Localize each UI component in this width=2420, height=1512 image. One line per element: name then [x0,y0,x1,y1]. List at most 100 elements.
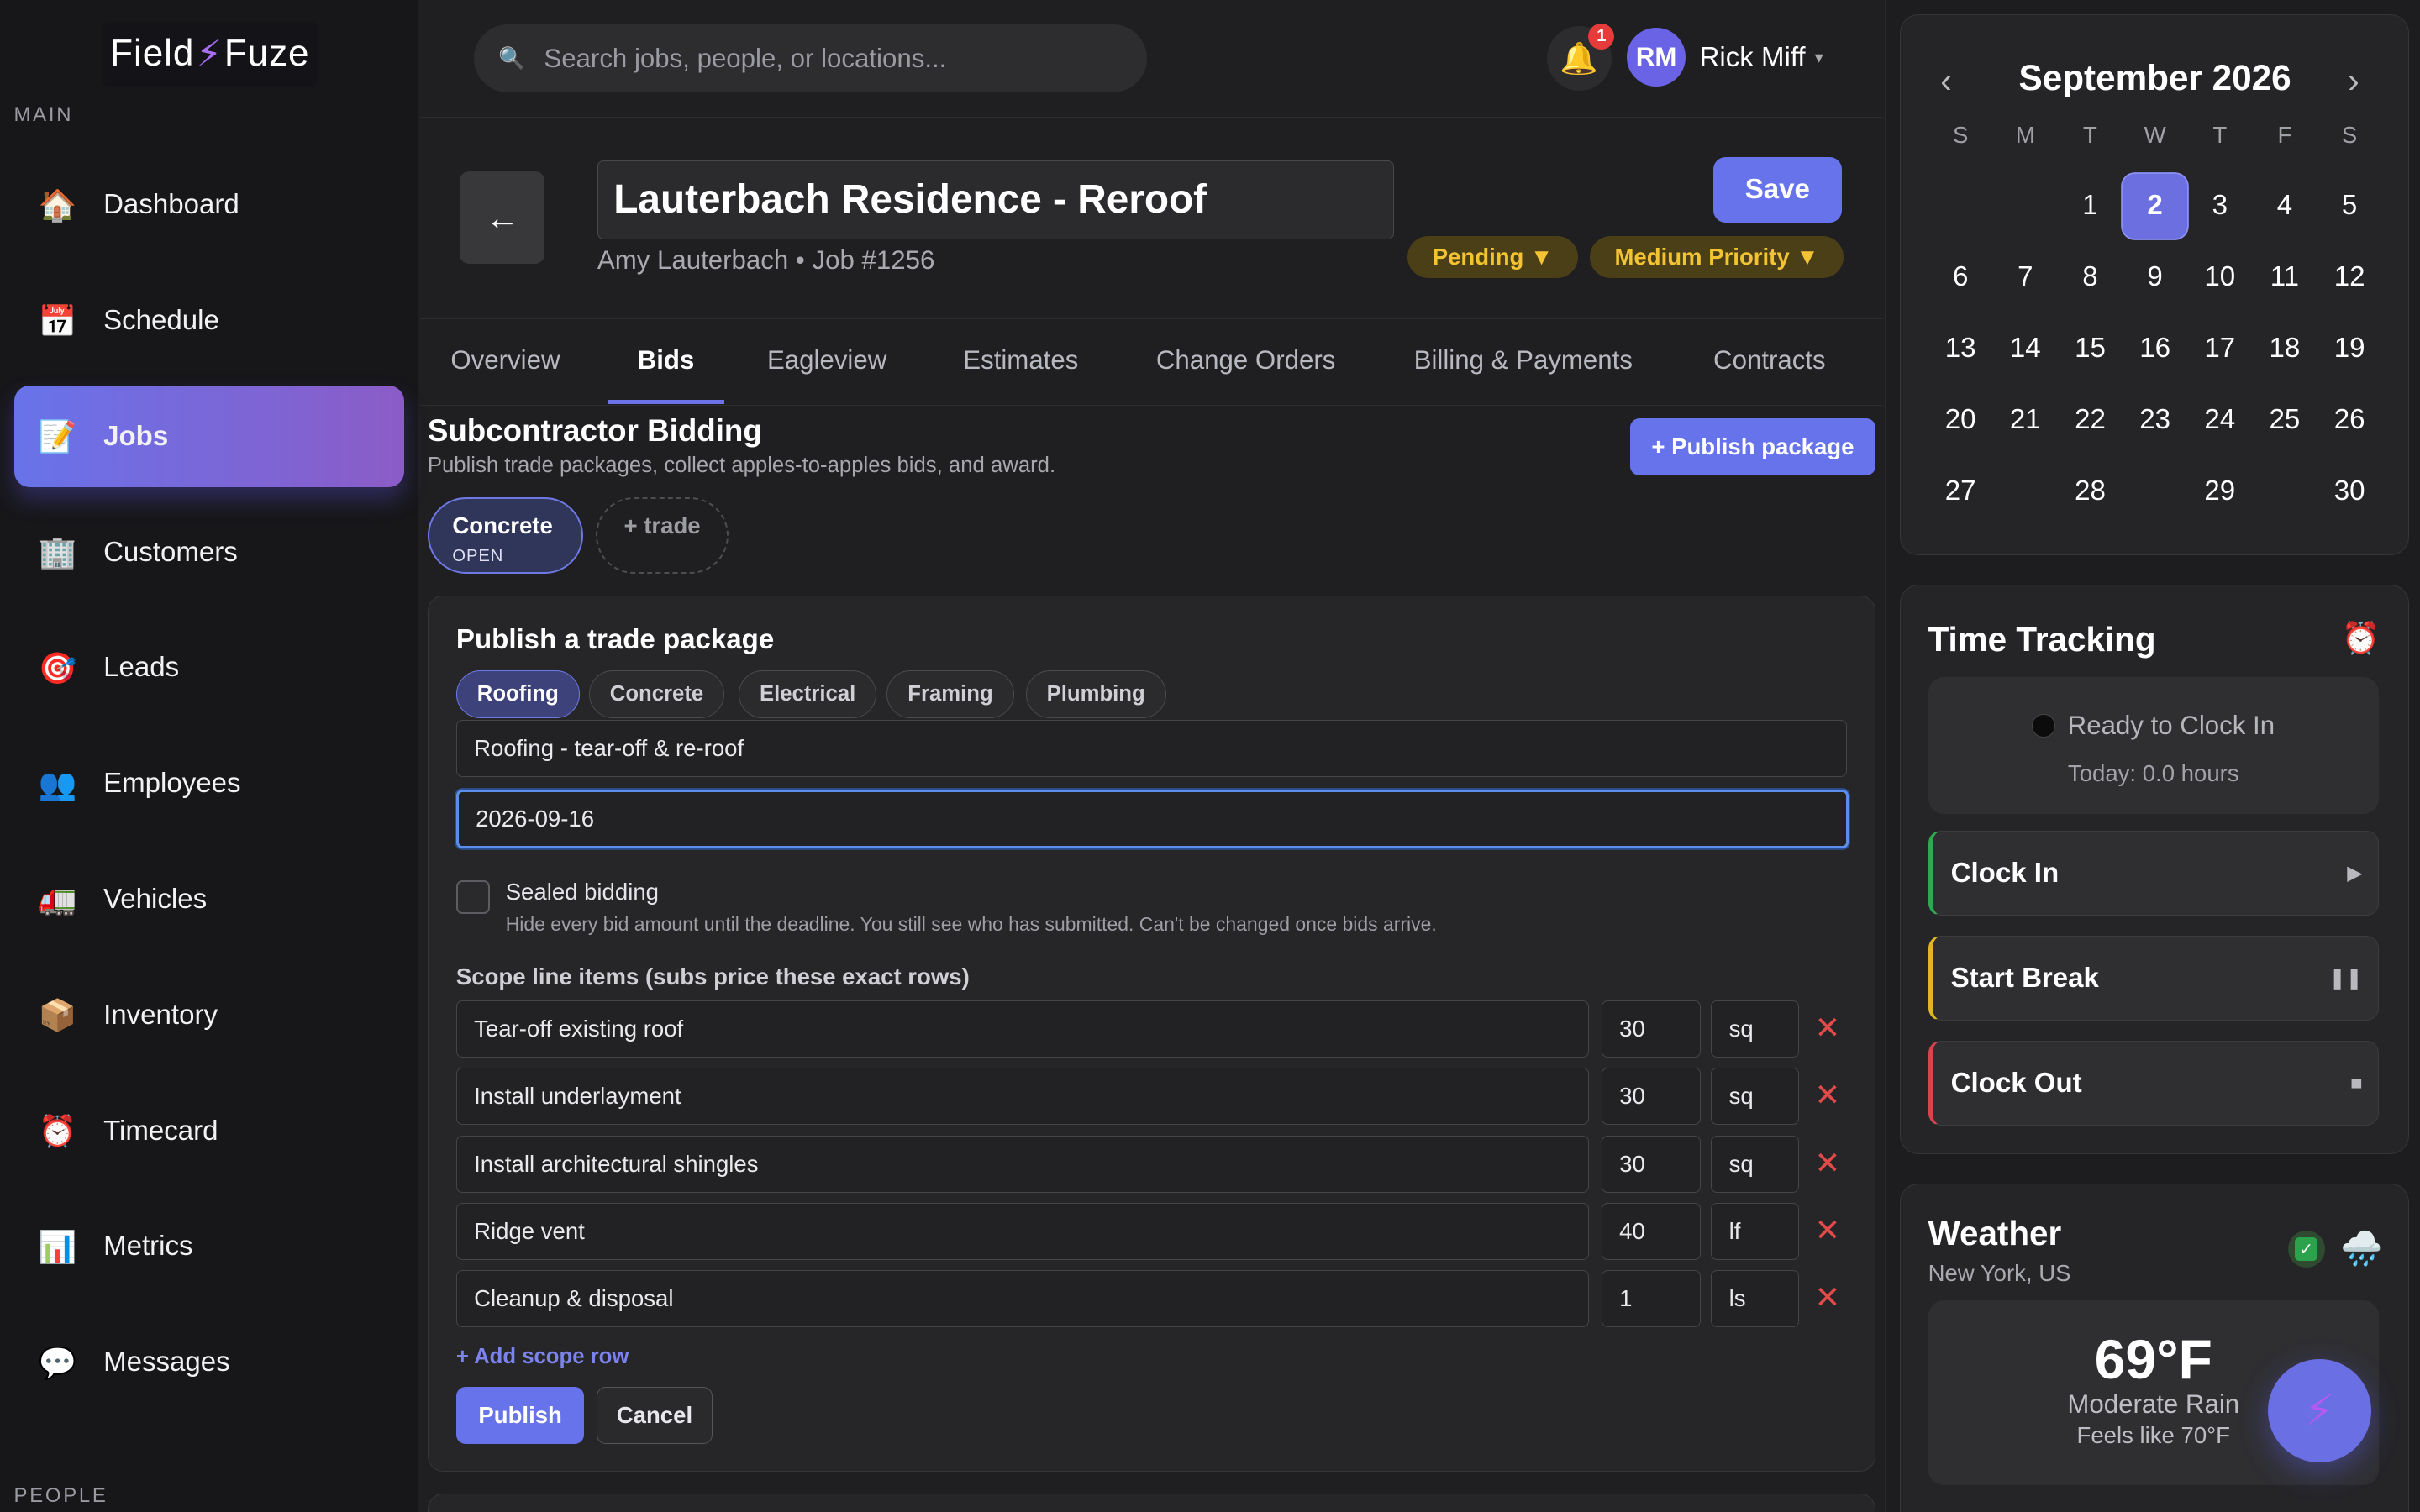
calendar-day[interactable]: 14 [1993,316,2058,381]
weather-widget: Weather New York, US ✓ 🌧️ 69°F Moderate … [1899,1183,2409,1512]
scope-unit-input[interactable]: sq [1711,1135,1800,1193]
search-input[interactable]: 🔍 Search jobs, people, or locations... [473,24,1147,93]
package-name-input[interactable]: Roofing - tear-off & re-roof [455,720,1848,777]
user-menu[interactable]: Rick Miff ▾ [1700,42,1823,74]
scope-quantity-input[interactable]: 30 [1601,1135,1701,1193]
calendar-day[interactable]: 5 [2317,174,2382,239]
notifications-button[interactable]: 🔔 1 [1546,23,1615,92]
avatar[interactable]: RM [1627,28,1686,87]
calendar-day[interactable]: 16 [2123,316,2187,381]
remove-row-icon[interactable]: ✕ [1814,1279,1840,1315]
calendar-day[interactable]: 27 [1928,459,1993,523]
save-button[interactable]: Save [1713,157,1842,223]
sidebar-item-inventory[interactable]: 📦 Inventory [14,964,405,1066]
add-scope-row-link[interactable]: + Add scope row [456,1345,629,1369]
trade-tab-concrete[interactable]: Concrete [588,670,725,719]
sidebar-item-customers[interactable]: 🏢 Customers [14,501,405,603]
calendar-day[interactable]: 9 [2123,245,2187,310]
calendar-day[interactable]: 25 [2252,387,2317,452]
tab-billing-payments[interactable]: Billing & Payments [1414,345,1633,375]
scope-description-input[interactable]: Install architectural shingles [455,1135,1590,1193]
sidebar-item-jobs[interactable]: 📝 Jobs [13,386,405,488]
calendar-day[interactable]: 2 [2123,173,2188,239]
calendar-day[interactable]: 1 [2058,174,2123,239]
job-title-input[interactable]: Lauterbach Residence - Reroof [597,160,1394,239]
calendar-day[interactable]: 8 [2058,245,2123,310]
trade-tab-roofing[interactable]: Roofing [455,670,580,719]
calendar-day[interactable]: 13 [1928,316,1993,381]
publish-package-button[interactable]: + Publish package [1629,417,1876,475]
tab-overview[interactable]: Overview [450,345,560,375]
scope-description-input[interactable]: Tear-off existing roof [455,1000,1590,1058]
calendar-day[interactable]: 6 [1928,245,1993,310]
tab-contracts[interactable]: Contracts [1713,345,1826,375]
calendar-day[interactable]: 20 [1928,387,1993,452]
calendar-day[interactable]: 15 [2058,316,2123,381]
calendar-day[interactable]: 10 [2187,245,2252,310]
calendar-day[interactable]: 21 [1993,387,2058,452]
next-card [427,1494,1876,1512]
scope-quantity-input[interactable]: 1 [1601,1269,1701,1327]
sidebar-item-metrics[interactable]: 📊 Metrics [14,1196,405,1298]
clock-in-button[interactable]: Clock In ▶ [1928,831,2379,916]
calendar-day[interactable]: 12 [2317,245,2382,310]
deadline-date-input[interactable]: 2026-09-16 [455,789,1849,848]
calendar-day[interactable]: 26 [2317,387,2382,452]
status-dropdown[interactable]: Pending ▼ [1407,236,1578,278]
add-trade-button[interactable]: + trade [596,496,729,575]
calendar-day[interactable]: 28 [2058,459,2123,523]
tab-estimates[interactable]: Estimates [963,345,1078,375]
sidebar-item-leads[interactable]: 🎯 Leads [14,617,405,719]
sidebar-item-timecard[interactable]: ⏰ Timecard [14,1080,405,1182]
chevron-right-icon[interactable]: › [2348,61,2359,101]
trade-chip-concrete[interactable]: Concrete OPEN [427,496,584,575]
scope-quantity-input[interactable]: 30 [1601,1000,1701,1058]
calendar-day[interactable]: 3 [2187,174,2252,239]
scope-quantity-input[interactable]: 30 [1601,1068,1701,1126]
calendar-day[interactable]: 30 [2317,459,2382,523]
scope-unit-input[interactable]: lf [1711,1202,1800,1260]
sidebar-item-dashboard[interactable]: 🏠 Dashboard [14,155,405,256]
calendar-day[interactable]: 4 [2252,174,2317,239]
scope-description-input[interactable]: Cleanup & disposal [455,1269,1590,1327]
calendar-day[interactable]: 24 [2187,387,2252,452]
publish-button[interactable]: Publish [455,1386,585,1444]
scope-description-input[interactable]: Ridge vent [455,1202,1590,1260]
clock-out-button[interactable]: Clock Out ■ [1928,1041,2379,1126]
calendar-day[interactable]: 23 [2123,387,2187,452]
sidebar-item-employees[interactable]: 👥 Employees [14,733,405,835]
trade-tab-framing[interactable]: Framing [886,670,1014,719]
sidebar-item-messages[interactable]: 💬 Messages [14,1311,405,1413]
sidebar-item-schedule[interactable]: 📅 Schedule [14,270,405,371]
trade-tab-electrical[interactable]: Electrical [739,670,877,719]
tab-eagleview[interactable]: Eagleview [767,345,886,375]
scope-description-input[interactable]: Install underlayment [455,1068,1590,1126]
remove-row-icon[interactable]: ✕ [1814,1010,1840,1046]
calendar-day[interactable]: 29 [2187,459,2252,523]
remove-row-icon[interactable]: ✕ [1814,1212,1840,1248]
calendar-day[interactable]: 22 [2058,387,2123,452]
calendar-day[interactable]: 17 [2187,316,2252,381]
cancel-button[interactable]: Cancel [597,1386,713,1444]
scope-unit-input[interactable]: sq [1711,1000,1800,1058]
scope-unit-input[interactable]: sq [1711,1068,1800,1126]
sealed-bidding-checkbox[interactable] [455,880,491,915]
sidebar-item-vehicles[interactable]: 🚛 Vehicles [14,848,405,950]
back-button[interactable]: ← [460,171,545,265]
trade-tab-plumbing[interactable]: Plumbing [1025,670,1166,719]
tab-change-orders[interactable]: Change Orders [1156,345,1335,375]
fieldfuze-logo[interactable]: Field ⚡ Fuze [102,21,318,87]
calendar-day[interactable]: 11 [2252,245,2317,310]
quick-action-button[interactable]: ⚡ [2267,1359,2371,1463]
scope-unit-input[interactable]: ls [1711,1269,1800,1327]
calendar-day[interactable]: 7 [1993,245,2058,310]
scope-quantity-input[interactable]: 40 [1601,1202,1701,1260]
tab-bids[interactable]: Bids [638,345,695,375]
remove-row-icon[interactable]: ✕ [1814,1145,1840,1181]
remove-row-icon[interactable]: ✕ [1814,1077,1840,1113]
calendar-day[interactable]: 18 [2252,316,2317,381]
calendar-day[interactable]: 19 [2317,316,2382,381]
priority-dropdown[interactable]: Medium Priority ▼ [1590,236,1844,278]
start-break-button[interactable]: Start Break ❚❚ [1928,936,2379,1021]
speech-bubble-icon: 💬 [38,1345,77,1380]
